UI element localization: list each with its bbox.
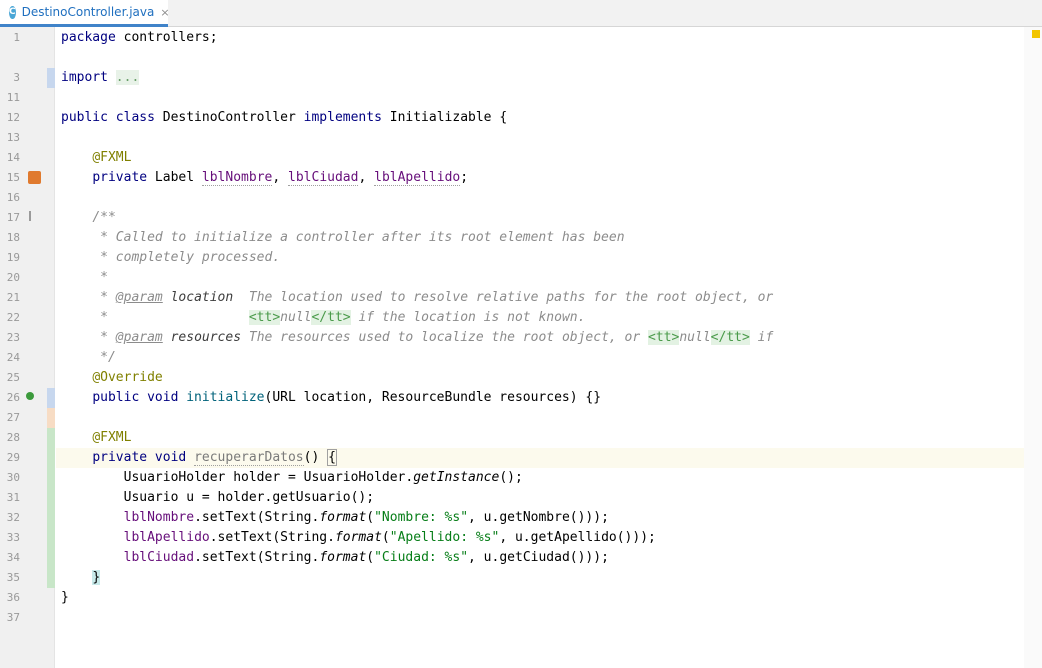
code-line[interactable]: @FXML — [61, 148, 131, 168]
line-number: 33 — [6, 531, 20, 544]
line-number: 3 — [13, 71, 20, 84]
line-number: 14 — [6, 151, 20, 164]
code-line[interactable]: * @param location The location used to r… — [61, 288, 773, 308]
line-number: 36 — [6, 591, 20, 604]
folded-imports[interactable]: ... — [115, 70, 140, 85]
java-class-icon: C — [9, 5, 16, 19]
code-line[interactable]: public void initialize(URL location, Res… — [61, 388, 601, 408]
code-line[interactable]: */ — [61, 348, 116, 368]
line-number: 13 — [6, 131, 20, 144]
code-line[interactable]: @FXML — [61, 428, 131, 448]
line-number: 37 — [6, 611, 20, 624]
code-line[interactable]: public class DestinoController implement… — [61, 108, 507, 128]
line-number: 23 — [6, 331, 20, 344]
line-number: 22 — [6, 311, 20, 324]
code-line[interactable]: private Label lblNombre, lblCiudad, lblA… — [61, 168, 468, 188]
line-number: 17 — [6, 211, 20, 224]
matching-brace: { — [327, 449, 337, 466]
line-number: 28 — [6, 431, 20, 444]
line-number: 29 — [6, 451, 20, 464]
line-number: 15 — [6, 171, 20, 184]
line-number: 16 — [6, 191, 20, 204]
code-line[interactable]: Usuario u = holder.getUsuario(); — [61, 488, 374, 508]
code-line[interactable]: lblApellido.setText(String.format("Apell… — [61, 528, 656, 548]
line-number: 20 — [6, 271, 20, 284]
code-line[interactable]: * <tt>null</tt> if the location is not k… — [61, 308, 585, 328]
line-number: 26 — [6, 391, 20, 404]
line-number: 35 — [6, 571, 20, 584]
code-line[interactable]: * Called to initialize a controller afte… — [61, 228, 624, 248]
line-number: 1 — [13, 31, 20, 44]
code-line[interactable]: package controllers; — [61, 28, 218, 48]
warning-marker-icon[interactable] — [1032, 30, 1040, 38]
code-line[interactable]: UsuarioHolder holder = UsuarioHolder.get… — [61, 468, 523, 488]
line-number: 25 — [6, 371, 20, 384]
line-number: 12 — [6, 111, 20, 124]
editor-tab-bar: C DestinoController.java × — [0, 0, 1042, 27]
code-line[interactable]: } — [61, 568, 101, 588]
line-number: 19 — [6, 251, 20, 264]
code-line[interactable]: } — [61, 588, 69, 608]
code-line[interactable]: @Override — [61, 368, 162, 388]
code-line[interactable]: import ... — [61, 68, 140, 88]
line-number: 24 — [6, 351, 20, 364]
line-number: 21 — [6, 291, 20, 304]
close-icon[interactable]: × — [160, 6, 169, 19]
matching-brace: } — [92, 570, 101, 585]
tab-destino-controller[interactable]: C DestinoController.java × — [0, 0, 170, 27]
code-line[interactable]: /** — [61, 208, 115, 228]
code-line[interactable]: private void recuperarDatos() { — [61, 448, 337, 468]
line-number: 32 — [6, 511, 20, 524]
code-line[interactable]: * completely processed. — [61, 248, 280, 268]
code-editor[interactable]: package controllers; import ... public c… — [56, 27, 1024, 668]
code-line[interactable]: lblCiudad.setText(String.format("Ciudad:… — [61, 548, 609, 568]
code-line[interactable]: * @param resources The resources used to… — [61, 328, 773, 348]
code-line[interactable]: * — [61, 268, 108, 288]
line-number: 30 — [6, 471, 20, 484]
code-line[interactable]: lblNombre.setText(String.format("Nombre:… — [61, 508, 609, 528]
line-number: 34 — [6, 551, 20, 564]
line-number: 18 — [6, 231, 20, 244]
line-number: 31 — [6, 491, 20, 504]
tab-label: DestinoController.java — [21, 5, 155, 19]
vertical-scrollbar[interactable] — [1024, 27, 1042, 668]
line-number: 11 — [6, 91, 20, 104]
line-number: 27 — [6, 411, 20, 424]
